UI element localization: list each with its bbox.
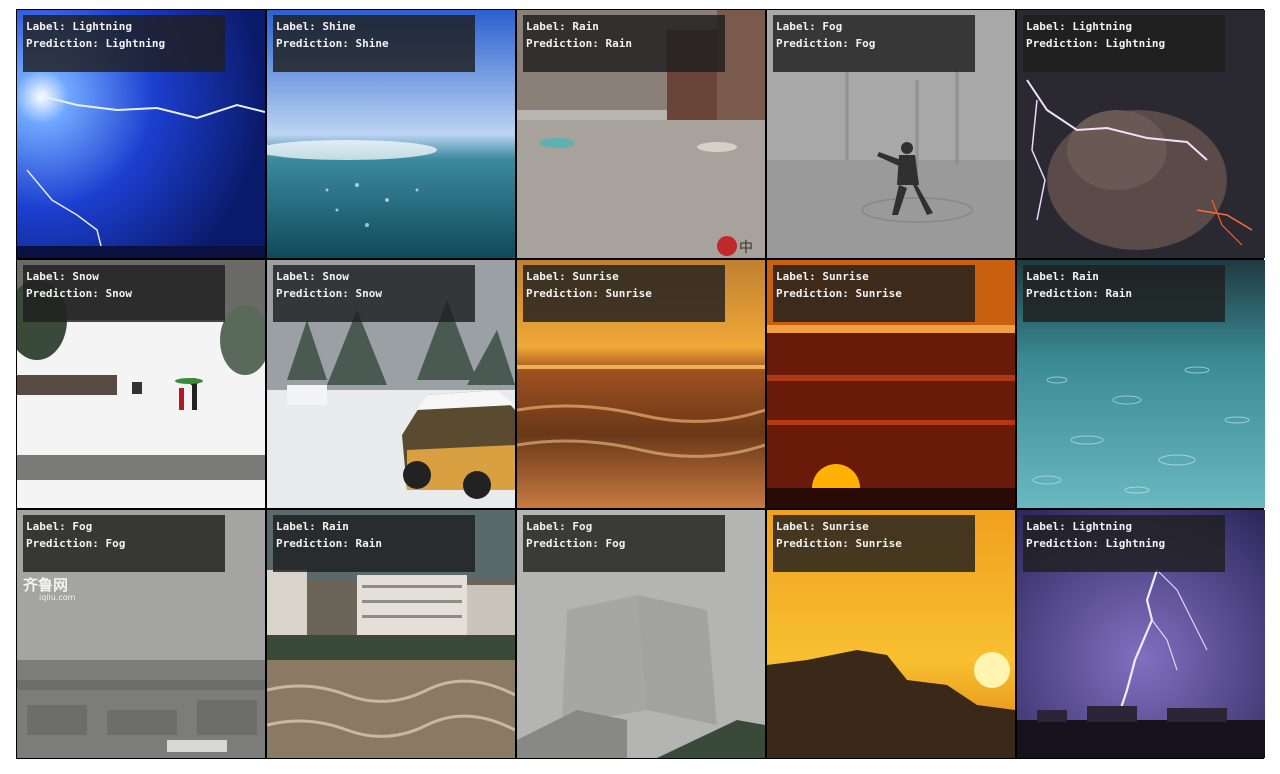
caption-box: Label: Shine Prediction: Shine — [273, 15, 475, 72]
caption-box: Label: Rain Prediction: Rain — [273, 515, 475, 572]
caption-box: Label: Rain Prediction: Rain — [1023, 265, 1225, 322]
tile-fog-1: Label: Fog Prediction: Fog — [767, 10, 1015, 258]
label-text: Label: Sunrise — [776, 270, 869, 283]
tile-sunrise-3: Label: Sunrise Prediction: Sunrise — [767, 510, 1015, 758]
tile-lightning-2: Label: Lightning Prediction: Lightning — [1017, 10, 1265, 258]
tile-fog-3: Label: Fog Prediction: Fog — [517, 510, 765, 758]
caption-box: Label: Lightning Prediction: Lightning — [1023, 515, 1225, 572]
prediction-text: Prediction: Snow — [26, 287, 132, 300]
label-text: Label: Lightning — [26, 20, 132, 33]
watermark-sub: iqilu.com — [39, 593, 75, 602]
caption-box: Label: Rain Prediction: Rain — [523, 15, 725, 72]
tile-rain-2: Label: Rain Prediction: Rain — [1017, 260, 1265, 508]
label-text: Label: Rain — [276, 520, 349, 533]
prediction-text: Prediction: Lightning — [1026, 537, 1166, 550]
label-text: Label: Lightning — [1026, 20, 1132, 33]
prediction-text: Prediction: Fog — [526, 537, 626, 550]
caption-box: Label: Lightning Prediction: Lightning — [23, 15, 225, 72]
prediction-text: Prediction: Fog — [776, 37, 876, 50]
prediction-text: Prediction: Sunrise — [776, 287, 902, 300]
image-grid: Label: Lightning Prediction: Lightning L… — [16, 9, 1265, 759]
tile-sunrise-1: Label: Sunrise Prediction: Sunrise — [517, 260, 765, 508]
tile-snow-1: Label: Snow Prediction: Snow — [17, 260, 265, 508]
label-text: Label: Fog — [526, 520, 593, 533]
caption-box: Label: Fog Prediction: Fog — [773, 15, 975, 72]
tile-shine: Label: Shine Prediction: Shine — [267, 10, 515, 258]
caption-box: Label: Sunrise Prediction: Sunrise — [523, 265, 725, 322]
tile-snow-2: Label: Snow Prediction: Snow — [267, 260, 515, 508]
tile-lightning-3: Label: Lightning Prediction: Lightning — [1017, 510, 1265, 758]
prediction-text: Prediction: Snow — [276, 287, 382, 300]
label-text: Label: Sunrise — [526, 270, 619, 283]
prediction-text: Prediction: Shine — [276, 37, 389, 50]
tile-lightning-1: Label: Lightning Prediction: Lightning — [17, 10, 265, 258]
watermark-text: 齐鲁网 — [23, 576, 69, 594]
prediction-text: Prediction: Fog — [26, 537, 126, 550]
tile-fog-2: 齐鲁网 iqilu.com Label: Fog Prediction: Fog — [17, 510, 265, 758]
caption-box: Label: Snow Prediction: Snow — [23, 265, 225, 322]
caption-box: Label: Sunrise Prediction: Sunrise — [773, 515, 975, 572]
caption-box: Label: Sunrise Prediction: Sunrise — [773, 265, 975, 322]
prediction-text: Prediction: Sunrise — [776, 537, 902, 550]
prediction-text: Prediction: Rain — [1026, 287, 1132, 300]
prediction-text: Prediction: Rain — [526, 37, 632, 50]
prediction-text: Prediction: Rain — [276, 537, 382, 550]
label-text: Label: Fog — [26, 520, 93, 533]
label-text: Label: Shine — [276, 20, 356, 33]
caption-box: Label: Snow Prediction: Snow — [273, 265, 475, 322]
label-text: Label: Fog — [776, 20, 843, 33]
watermark-logo: 齐鲁网 — [23, 574, 68, 595]
stamp-watermark: 中 — [739, 240, 753, 256]
caption-box: Label: Fog Prediction: Fog — [23, 515, 225, 572]
label-text: Label: Rain — [1026, 270, 1099, 283]
caption-box: Label: Fog Prediction: Fog — [523, 515, 725, 572]
prediction-text: Prediction: Lightning — [26, 37, 166, 50]
caption-box: Label: Lightning Prediction: Lightning — [1023, 15, 1225, 72]
watermark-sub-text: iqilu.com — [39, 593, 76, 602]
label-text: Label: Rain — [526, 20, 599, 33]
prediction-text: Prediction: Lightning — [1026, 37, 1166, 50]
label-text: Label: Lightning — [1026, 520, 1132, 533]
prediction-text: Prediction: Sunrise — [526, 287, 652, 300]
label-text: Label: Snow — [26, 270, 99, 283]
label-text: Label: Sunrise — [776, 520, 869, 533]
label-text: Label: Snow — [276, 270, 349, 283]
tile-sunrise-2: Label: Sunrise Prediction: Sunrise — [767, 260, 1015, 508]
tile-rain-1: 中 Label: Rain Prediction: Rain — [517, 10, 765, 258]
tile-rain-3: Label: Rain Prediction: Rain — [267, 510, 515, 758]
